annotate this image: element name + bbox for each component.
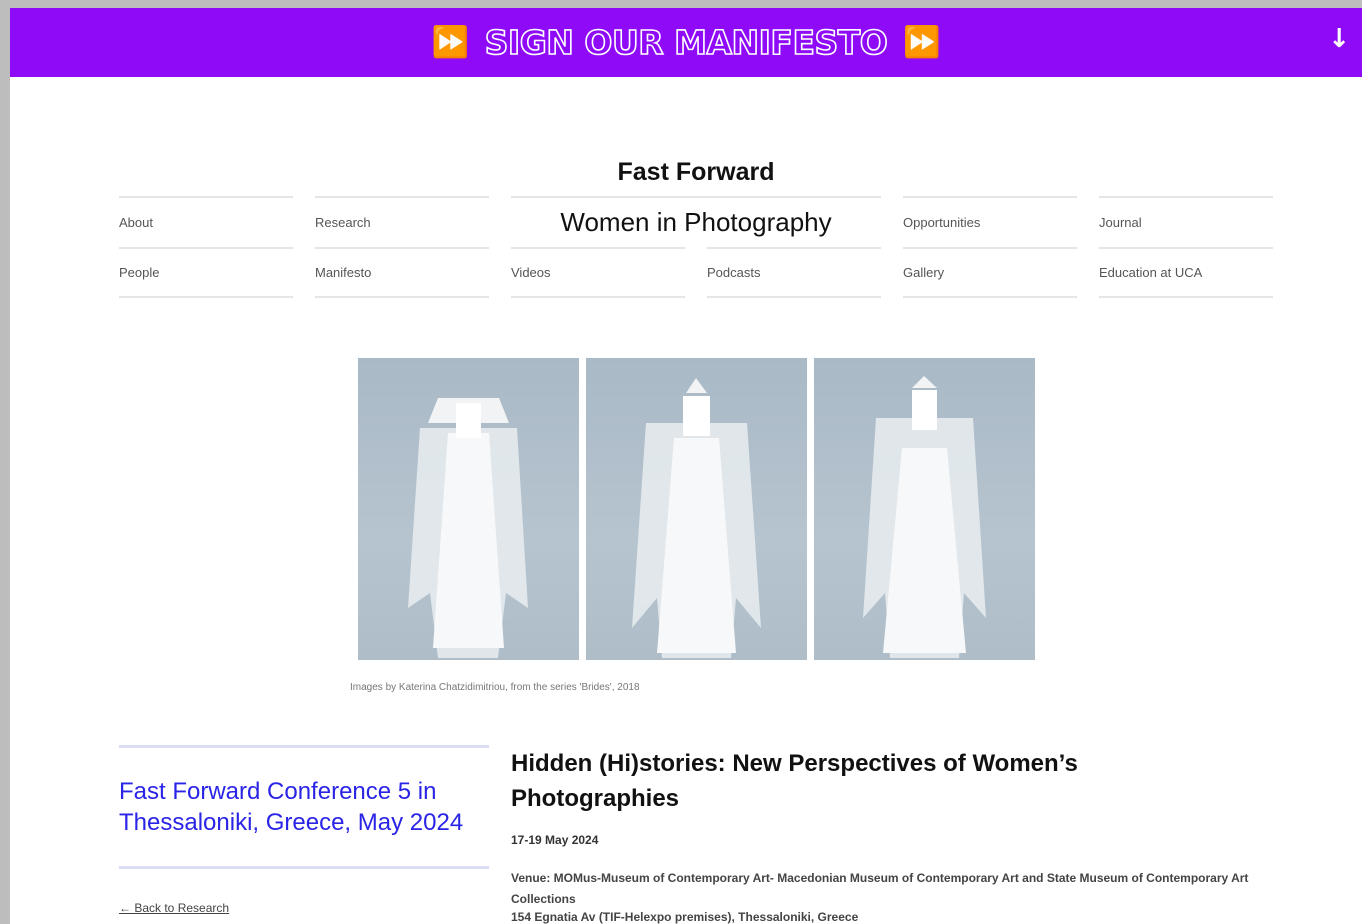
event-venue: Venue: MOMus-Museum of Contemporary Art-… — [511, 871, 1249, 906]
sidebar-title: Fast Forward Conference 5 in Thessalonik… — [119, 778, 464, 836]
bride-photo-3 — [814, 358, 1035, 660]
bride-photo-2 — [586, 358, 807, 660]
site-subtitle[interactable]: Women in Photography — [511, 196, 881, 247]
page: ⏩ SIGN OUR MANIFESTO ⏩ ↓ Fast Forward Ab… — [10, 8, 1362, 924]
manifesto-text: SIGN OUR MANIFESTO — [484, 22, 889, 63]
nav-item-opportunities[interactable]: Opportunities — [903, 196, 1077, 247]
nav-row-2: People Manifesto Videos Podcasts Gallery… — [119, 247, 1273, 298]
nav-row-1: About Research Women in Photography Oppo… — [119, 196, 1273, 247]
gallery-caption: Images by Katerina Chatzidimitriou, from… — [350, 682, 640, 693]
nav-item-manifesto[interactable]: Manifesto — [315, 247, 489, 298]
photo-gallery — [358, 358, 1035, 660]
event-address: 154 Egnatia Av (TIF-Helexpo premises), T… — [511, 910, 859, 924]
nav-item-gallery[interactable]: Gallery — [903, 247, 1077, 298]
fast-forward-icon: ⏩ — [431, 24, 470, 61]
nav-item-people[interactable]: People — [119, 247, 293, 298]
bride-photo-1 — [358, 358, 579, 660]
nav-item-education-at-uca[interactable]: Education at UCA — [1099, 247, 1273, 298]
event-title: Hidden (Hi)stories: New Perspectives of … — [511, 750, 1078, 812]
nav-item-research[interactable]: Research — [315, 196, 489, 247]
arrow-down-icon[interactable]: ↓ — [1328, 24, 1350, 54]
back-to-research-link[interactable]: ← Back to Research — [119, 901, 229, 915]
fast-forward-icon: ⏩ — [903, 24, 942, 61]
nav-item-journal[interactable]: Journal — [1099, 196, 1273, 247]
event-date: 17-19 May 2024 — [511, 833, 599, 847]
main-nav: About Research Women in Photography Oppo… — [119, 196, 1273, 298]
nav-item-podcasts[interactable]: Podcasts — [707, 247, 881, 298]
manifesto-link[interactable]: ⏩ SIGN OUR MANIFESTO ⏩ — [431, 22, 942, 63]
sidebar-box: Fast Forward Conference 5 in Thessalonik… — [119, 745, 489, 869]
site-title[interactable]: Fast Forward — [510, 158, 882, 187]
nav-item-videos[interactable]: Videos — [511, 247, 685, 298]
nav-item-about[interactable]: About — [119, 196, 293, 247]
manifesto-banner[interactable]: ⏩ SIGN OUR MANIFESTO ⏩ ↓ — [10, 8, 1362, 77]
